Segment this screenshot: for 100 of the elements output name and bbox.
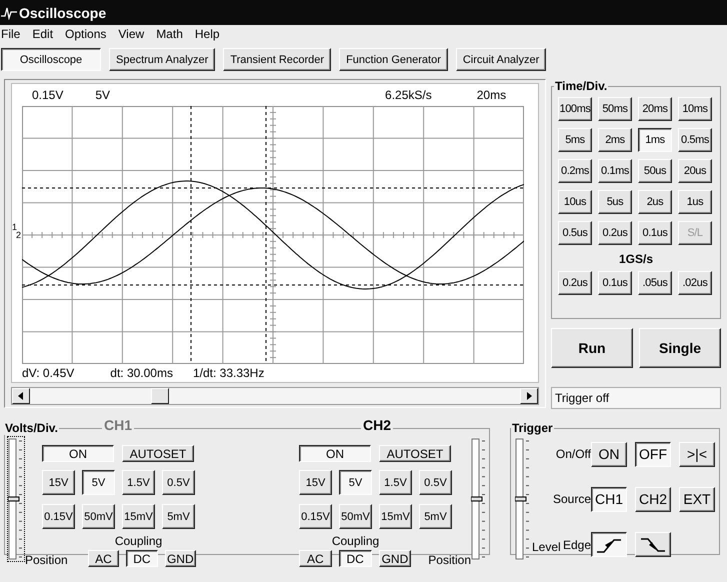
position-label: Position [428, 553, 471, 567]
group-title: Time/Div. [554, 79, 608, 93]
slider-thumb[interactable] [515, 496, 526, 502]
channel-marker: 2 [16, 230, 22, 240]
trigger-label: Edge [562, 538, 591, 552]
menu-item[interactable]: Math [156, 27, 183, 41]
coupling-label: Coupling [114, 534, 164, 548]
status-field: Trigger off [551, 387, 721, 409]
time-button[interactable]: 0.1ms [598, 159, 632, 183]
time-button[interactable]: 10us [558, 190, 592, 214]
autoset-button[interactable]: AUTOSET [122, 445, 194, 462]
menu-item[interactable]: File [1, 27, 20, 41]
readout: dV: 0.45V [22, 366, 74, 380]
channel-toggle[interactable]: ON [42, 445, 114, 462]
time-button[interactable]: 10ms [678, 97, 712, 121]
group-title: Volts/Div. [4, 421, 59, 435]
volts-button[interactable]: 0.5V [162, 470, 195, 495]
trigger-button[interactable]: CH1 [591, 486, 627, 512]
mode-tab[interactable]: Spectrum Analyzer [109, 48, 216, 71]
sample-rate-label: 1GS/s [618, 252, 654, 266]
coupling-button[interactable]: AC [88, 550, 120, 567]
volts-button[interactable]: 15mV [122, 504, 155, 529]
mode-tab[interactable]: Circuit Analyzer [456, 48, 546, 71]
time-button[interactable]: 100ms [558, 97, 592, 121]
volts-button[interactable]: 15V [42, 470, 75, 495]
time-button[interactable]: 0.2us [598, 221, 632, 245]
menu-item[interactable]: Help [194, 27, 220, 41]
menu-item[interactable]: Edit [32, 27, 54, 41]
menu-item[interactable]: View [118, 27, 144, 41]
time-button[interactable]: 2us [638, 190, 672, 214]
level-label: Level [532, 540, 561, 554]
slider-thumb[interactable] [471, 496, 482, 502]
trigger-button[interactable]: EXT [679, 486, 715, 512]
coupling-button[interactable]: DC [126, 550, 158, 567]
trigger-button[interactable]: >|< [679, 442, 715, 467]
channel-toggle[interactable]: ON [299, 445, 371, 462]
time-button[interactable]: 0.5ms [678, 128, 712, 152]
action-button[interactable]: Single [639, 328, 721, 368]
action-button[interactable]: Run [551, 328, 633, 368]
volts-button[interactable]: 50mV [82, 504, 115, 529]
scroll-thumb[interactable] [151, 388, 169, 404]
readout: dt: 30.00ms [110, 366, 173, 380]
cursor-line[interactable] [190, 106, 192, 364]
window-title: Oscilloscope [19, 4, 106, 20]
position-slider[interactable] [8, 437, 24, 561]
volts-button[interactable]: 0.5V [419, 470, 452, 495]
time-button[interactable]: 0.1us [598, 271, 632, 295]
volts-button[interactable]: 5V [339, 470, 372, 495]
time-button[interactable]: 5us [598, 190, 632, 214]
coupling-button[interactable]: GND [378, 550, 412, 567]
volts-button[interactable]: 15V [299, 470, 332, 495]
volts-button[interactable]: 15mV [379, 504, 412, 529]
trigger-button[interactable]: ON [591, 442, 627, 467]
coupling-button[interactable]: GND [164, 550, 196, 567]
coupling-button[interactable]: DC [338, 550, 372, 567]
volts-button[interactable]: 5V [82, 470, 115, 495]
time-button[interactable]: 0.1us [638, 221, 672, 245]
autoset-button[interactable]: AUTOSET [379, 445, 451, 462]
volts-button[interactable]: 0.15V [299, 504, 332, 529]
readout: 0.15V [32, 88, 64, 102]
volts-button[interactable]: 1.5V [379, 470, 412, 495]
waveform-icon [1, 6, 17, 20]
channel-marker: 1 [12, 222, 18, 232]
time-button[interactable]: 50us [638, 159, 672, 183]
volts-button[interactable]: 50mV [339, 504, 372, 529]
time-button[interactable]: 0.5us [558, 221, 592, 245]
time-button[interactable]: .05us [638, 271, 672, 295]
channel-title: CH2 [361, 417, 394, 433]
time-button[interactable]: 50ms [598, 97, 632, 121]
trigger-button[interactable]: CH2 [635, 486, 671, 512]
time-button[interactable]: .02us [678, 271, 712, 295]
volts-button[interactable]: 5mV [419, 504, 452, 529]
trigger-button[interactable]: OFF [635, 442, 671, 467]
time-button[interactable]: 20ms [638, 97, 672, 121]
position-slider[interactable] [515, 437, 531, 561]
menu-item[interactable]: Options [65, 27, 106, 41]
edge-button[interactable] [591, 532, 627, 558]
volts-button[interactable]: 5mV [162, 504, 195, 529]
mode-tab[interactable]: Oscilloscope [1, 48, 101, 71]
time-button[interactable]: 2ms [598, 128, 632, 152]
readout: 5V [95, 88, 110, 102]
cursor-line[interactable] [22, 284, 524, 286]
time-button[interactable]: 1ms [638, 128, 672, 152]
position-slider[interactable] [471, 437, 487, 561]
time-button[interactable]: 1us [678, 190, 712, 214]
time-button[interactable]: 0.2us [558, 271, 592, 295]
volts-button[interactable]: 0.15V [42, 504, 75, 529]
scrollbar[interactable] [11, 387, 539, 405]
time-button[interactable]: 20us [678, 159, 712, 183]
time-button[interactable]: 5ms [558, 128, 592, 152]
falling-edge-icon [639, 536, 667, 554]
volts-button[interactable]: 1.5V [122, 470, 155, 495]
mode-tab[interactable]: Transient Recorder [223, 48, 332, 71]
time-button[interactable]: 0.2ms [558, 159, 592, 183]
coupling-button[interactable]: AC [299, 550, 332, 567]
coupling-label: Coupling [330, 534, 380, 548]
readout: 6.25kS/s [385, 88, 432, 102]
channel-title: CH1 [102, 417, 134, 433]
mode-tab[interactable]: Function Generator [339, 48, 448, 71]
slider-thumb[interactable] [8, 496, 20, 502]
